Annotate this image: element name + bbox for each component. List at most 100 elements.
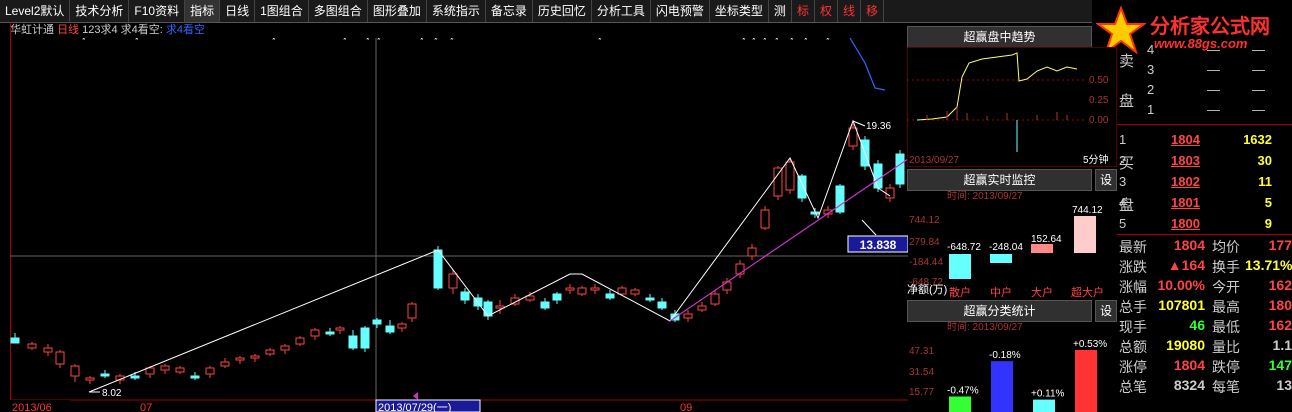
toolbar-item-4[interactable]: 日线 (220, 0, 256, 22)
classify-bar (1033, 399, 1055, 412)
toolbar-item-5[interactable]: 1图组合 (255, 0, 309, 22)
toolbar-item-10[interactable]: 历史回忆 (533, 0, 592, 22)
svg-text:散户: 散户 (949, 285, 971, 298)
logo-title: 分析家公式网 (1150, 16, 1270, 38)
intraday-y2: 0.00 (1089, 115, 1109, 126)
toolbar-item-9[interactable]: 备忘录 (486, 0, 533, 22)
signal-star: * (804, 38, 808, 45)
candle (295, 336, 305, 346)
candle (407, 302, 417, 322)
classify-bar-label: -0.18% (989, 350, 1021, 361)
classify-bar (949, 396, 971, 412)
toolbar-item-17[interactable]: 线 (838, 0, 861, 22)
buy-row: 3 1802 11 (1119, 174, 1272, 189)
candle (335, 326, 345, 334)
candle (235, 356, 245, 364)
sell-row: 2— — (1147, 82, 1265, 97)
classify-bar (991, 361, 1013, 412)
svg-text:净额(万): 净额(万) (907, 282, 947, 296)
signal-star: * (763, 38, 767, 45)
candle (55, 350, 65, 368)
candle (85, 376, 95, 384)
svg-text:-248.04: -248.04 (989, 242, 1023, 253)
buy-row: 2 1803 30 (1119, 153, 1272, 168)
price-tag: 13.838 (860, 238, 897, 252)
toolbar-item-3[interactable]: 指标 (185, 0, 221, 22)
candle (552, 292, 562, 304)
classify-settings-button[interactable]: 设 (1095, 300, 1117, 322)
toolbar-item-14[interactable]: 测 (769, 0, 792, 22)
monitor-chart: 时间: 2013/09/27 744.12 279.84 -184.44 -64… (907, 190, 1104, 298)
stat-row: 总手 107801 最高 180 (1119, 297, 1292, 315)
candle (280, 344, 290, 354)
x-label-3: 09 (680, 402, 692, 412)
candle (835, 184, 845, 214)
toolbar-item-11[interactable]: 分析工具 (592, 0, 651, 22)
candle (510, 294, 520, 306)
candle (565, 284, 575, 294)
signal-star: * (450, 38, 454, 45)
svg-text:大户: 大户 (1031, 285, 1053, 298)
signal-star: * (82, 38, 86, 45)
intraday-date: 2013/09/27 (909, 155, 959, 166)
indicator-value: 求4看空 (165, 24, 206, 36)
toolbar-item-0[interactable]: Level2默认 (0, 0, 71, 22)
candle (605, 290, 615, 300)
signal-line (849, 38, 886, 91)
candle (205, 366, 215, 378)
toolbar-item-7[interactable]: 图形叠加 (368, 0, 427, 22)
toolbar-item-12[interactable]: 闪电预警 (651, 0, 710, 22)
intraday-y1: 0.25 (1089, 95, 1109, 106)
toolbar-item-2[interactable]: F10资料 (129, 0, 186, 22)
candle (360, 326, 370, 352)
candle (265, 348, 275, 356)
indicator-params: 123求4 (82, 24, 118, 36)
candle (175, 366, 185, 374)
signal-star: * (420, 38, 424, 45)
signal-star: * (742, 38, 746, 45)
svg-text:47.31: 47.31 (909, 346, 934, 357)
signal-star: * (434, 38, 438, 45)
monitor-settings-button[interactable]: 设 (1095, 169, 1117, 191)
x-label-2: 2013/07/29(一) (378, 402, 451, 412)
intraday-panel-title: 超赢盘中趋势 (907, 26, 1092, 48)
classify-bar-label: +0.11% (1031, 389, 1065, 400)
signal-star: * (343, 38, 347, 45)
candle (697, 302, 707, 312)
candle (250, 354, 260, 362)
classify-bar-label: -0.47% (947, 386, 979, 397)
candle (43, 344, 53, 356)
monitor-panel-title: 超赢实时监控 (907, 169, 1092, 191)
toolbar-item-6[interactable]: 多图组合 (309, 0, 368, 22)
candle (325, 328, 335, 336)
candle (747, 244, 757, 260)
svg-text:744.12: 744.12 (1072, 205, 1103, 216)
toolbar-item-18[interactable]: 移 (861, 0, 884, 22)
candlestick-chart[interactable]: * * * * * * * * * * * * * * * * * 8.02 19.36 13.838 2013… (10, 38, 908, 412)
toolbar-item-15[interactable]: 标 (792, 0, 815, 22)
stat-row: 最新 1804 均价 177 (1119, 237, 1292, 255)
signal-star: * (775, 38, 779, 45)
sell-row: 1— — (1147, 102, 1265, 117)
stats-divider (1117, 234, 1292, 235)
sell-row: 3— — (1147, 62, 1265, 77)
candle (385, 320, 395, 334)
stat-row: 现手 46 最低 162 (1119, 317, 1292, 335)
candle (348, 330, 358, 350)
classify-chart: 时间: 2013/09/27 47.31 31.54 15.77 -0.47% -… (909, 321, 1107, 412)
candle (190, 372, 200, 380)
low-label: 8.02 (102, 388, 122, 399)
candle (27, 342, 37, 350)
candle (683, 310, 693, 322)
svg-text:152.64: 152.64 (1031, 234, 1062, 245)
classify-panel-title: 超赢分类统计 (907, 300, 1092, 322)
candle (630, 288, 640, 296)
svg-text:31.54: 31.54 (909, 367, 934, 378)
x-label-1: 07 (140, 402, 152, 412)
toolbar-item-8[interactable]: 系统指示 (427, 0, 486, 22)
toolbar-item-13[interactable]: 坐标类型 (710, 0, 769, 22)
signal-star: * (377, 38, 381, 45)
indicator-header: 华虹计通 日线 123求4 求4看空: 求4看空 (10, 22, 205, 38)
toolbar-item-1[interactable]: 技术分析 (70, 0, 130, 22)
toolbar-item-16[interactable]: 权 (815, 0, 838, 22)
